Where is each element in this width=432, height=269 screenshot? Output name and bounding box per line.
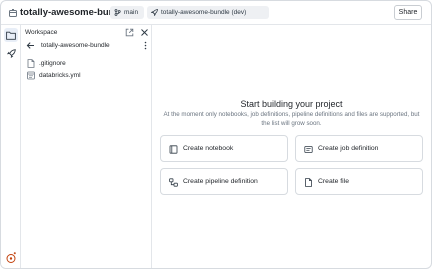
pipeline-icon [169, 178, 178, 187]
file-name: databricks.yml [39, 72, 81, 79]
job-icon [304, 145, 313, 154]
close-icon[interactable] [140, 28, 149, 37]
create-pipeline-definition-button[interactable]: Create pipeline definition [160, 168, 288, 195]
description-line-2: the list will grow soon. [261, 119, 322, 127]
action-label: Create job definition [318, 145, 379, 152]
branch-label: main [124, 9, 139, 16]
more-options-icon[interactable] [142, 41, 148, 50]
folder-name: totally-awesome-bundle [41, 42, 110, 49]
rocket-icon [6, 48, 16, 58]
bundle-icon [9, 9, 17, 17]
workspace-panel: Workspace totally-awesome-bundle .gitign… [21, 25, 152, 268]
action-label: Create file [318, 178, 349, 185]
action-label: Create notebook [183, 145, 234, 152]
panel-title: Workspace [25, 29, 58, 36]
folder-breadcrumb: totally-awesome-bundle [25, 40, 149, 51]
empty-state-description: At the moment only notebooks, job defini… [160, 111, 423, 128]
branch-chip[interactable]: main [110, 6, 144, 19]
file-name: .gitignore [39, 60, 66, 67]
empty-state-title: Start building your project [240, 99, 343, 109]
yaml-file-icon [27, 71, 35, 80]
rocket-icon [151, 9, 158, 16]
file-icon [27, 59, 35, 68]
notebook-icon [169, 145, 178, 154]
target-label: totally-awesome-bundle (dev) [161, 9, 247, 16]
description-line-1: At the moment only notebooks, job defini… [163, 111, 420, 118]
file-icon [304, 178, 313, 187]
main-content: Start building your project At the momen… [152, 25, 431, 268]
workspace-rail-button[interactable] [4, 28, 18, 42]
create-file-button[interactable]: Create file [295, 168, 423, 195]
branch-icon [114, 9, 121, 16]
target-chip[interactable]: totally-awesome-bundle (dev) [147, 6, 269, 19]
file-item-databricks-yml[interactable]: databricks.yml [25, 70, 147, 81]
folder-icon [6, 31, 16, 40]
left-rail [1, 25, 21, 268]
top-header: totally-awesome-bundle main totally-awes… [1, 1, 431, 25]
create-notebook-button[interactable]: Create notebook [160, 135, 288, 162]
back-arrow-icon[interactable] [26, 41, 35, 50]
deploy-rail-button[interactable] [4, 46, 18, 60]
action-label: Create pipeline definition [183, 178, 258, 185]
app-window: totally-awesome-bundle main totally-awes… [0, 0, 432, 269]
create-job-definition-button[interactable]: Create job definition [295, 135, 423, 162]
share-button[interactable]: Share [394, 5, 422, 20]
file-item-gitignore[interactable]: .gitignore [25, 58, 147, 69]
open-in-new-icon[interactable] [125, 28, 134, 37]
bug-report-icon[interactable] [5, 252, 17, 264]
